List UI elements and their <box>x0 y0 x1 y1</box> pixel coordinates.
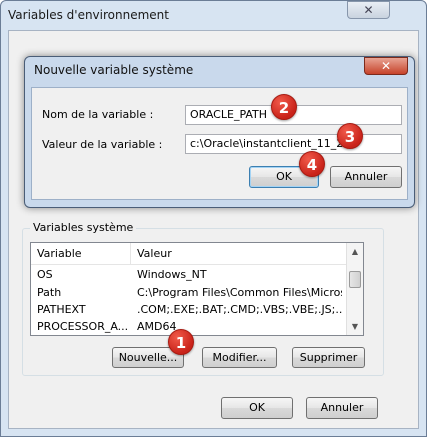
variable-value-input[interactable]: c:\Oracle\instantclient_11_2 <box>185 134 402 154</box>
dialog-cancel-button[interactable]: Annuler <box>330 166 402 188</box>
close-icon[interactable]: ✕ <box>347 1 390 19</box>
step-marker-4: 4 <box>299 151 325 177</box>
list-header: Variable Valeur <box>31 243 346 265</box>
cell-variable: PROCESSOR_A... <box>37 320 129 333</box>
step-marker-2: 2 <box>271 94 297 120</box>
scroll-up-icon[interactable]: ▲ <box>347 243 363 259</box>
table-row[interactable]: OS Windows_NT <box>31 267 346 282</box>
cell-value: Windows_NT <box>137 268 207 281</box>
table-row[interactable]: Path C:\Program Files\Common Files\Micro… <box>31 285 346 300</box>
table-row[interactable]: PATHEXT .COM;.EXE;.BAT;.CMD;.VBS;.VBE;.J… <box>31 302 346 317</box>
delete-variable-button[interactable]: Supprimer <box>292 347 365 368</box>
cell-value: AMD64 <box>137 320 177 333</box>
cell-variable: OS <box>37 268 53 281</box>
env-vars-window-title: Variables d'environnement <box>8 8 169 22</box>
ok-button[interactable]: OK <box>221 397 293 419</box>
dialog-title: Nouvelle variable système <box>34 63 194 77</box>
cell-variable: PATHEXT <box>37 303 86 316</box>
list-scrollbar[interactable]: ▲ ▼ <box>346 243 363 335</box>
edit-variable-button[interactable]: Modifier... <box>202 347 277 368</box>
close-icon[interactable]: ✕ <box>364 57 408 75</box>
system-vars-group-label: Variables système <box>30 221 137 234</box>
cell-variable: Path <box>37 286 62 299</box>
variable-value-label: Valeur de la variable : <box>42 138 163 151</box>
cell-value: .COM;.EXE;.BAT;.CMD;.VBS;.VBE;.JS;.... <box>137 303 342 316</box>
column-header-variable[interactable]: Variable <box>31 243 131 265</box>
step-marker-3: 3 <box>337 123 363 149</box>
scroll-thumb[interactable] <box>349 271 361 288</box>
variable-name-label: Nom de la variable : <box>42 108 154 121</box>
cancel-button[interactable]: Annuler <box>306 397 378 419</box>
column-header-value[interactable]: Valeur <box>131 243 346 265</box>
step-marker-1: 1 <box>168 329 194 355</box>
scroll-down-icon[interactable]: ▼ <box>347 318 363 334</box>
cell-value: C:\Program Files\Common Files\Microsof..… <box>137 286 342 299</box>
